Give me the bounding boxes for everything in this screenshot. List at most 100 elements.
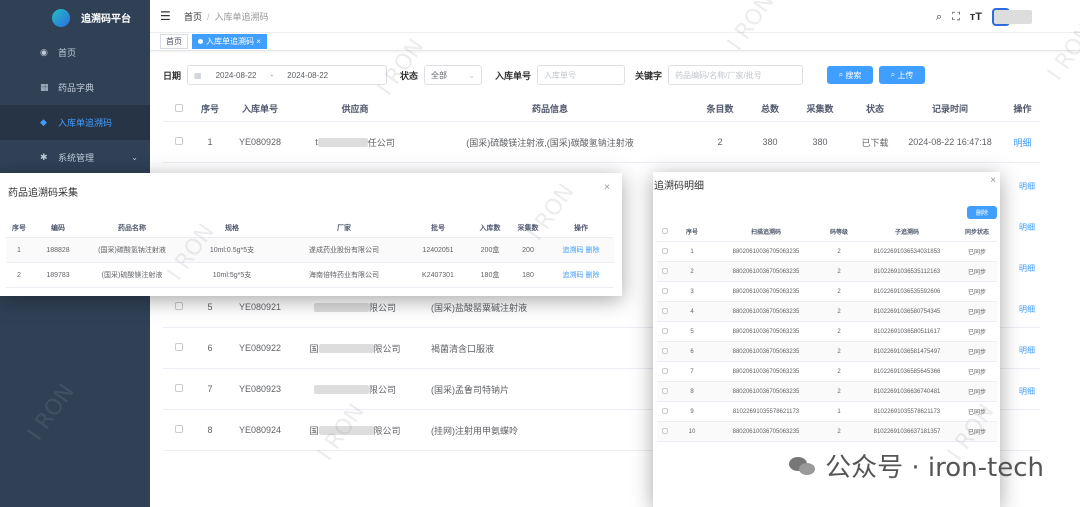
col-header: 序号 — [12, 224, 26, 232]
breadcrumb-home[interactable]: 首页 — [184, 12, 202, 22]
detail-link[interactable]: 明细 — [1019, 386, 1037, 427]
delete-button[interactable]: 删除 — [967, 206, 997, 219]
search-button[interactable]: ⌕ 搜索 — [827, 66, 874, 84]
code-level: 2 — [837, 248, 841, 255]
table-row: 1 88020610036705063235 2 810226910365340318… — [657, 242, 997, 262]
keyword-label: 关键字 — [635, 70, 663, 81]
sidebar-item-inbound-trace[interactable]: ◆ 入库单追溯码 — [0, 105, 150, 140]
close-icon[interactable]: × — [256, 37, 261, 46]
supplier-suffix: 限公司 — [373, 425, 401, 436]
trace-code-link[interactable]: 追溯码 — [563, 272, 584, 279]
row-checkbox[interactable] — [662, 427, 668, 434]
checkbox-cell — [657, 367, 673, 376]
search-icon: ⌕ — [838, 70, 846, 79]
checkbox-cell — [657, 287, 673, 296]
tab-inbound-trace[interactable]: 入库单追溯码 × — [192, 34, 267, 49]
search-icon[interactable]: ⌕ — [936, 11, 942, 24]
checkbox-cell — [657, 307, 673, 316]
row-checkbox[interactable] — [662, 347, 668, 354]
detail-link[interactable]: 明细 — [1005, 136, 1040, 149]
col-header: 序号 — [685, 230, 698, 236]
sidebar-item-drug-dictionary[interactable]: ▦ 药品字典 — [0, 70, 150, 105]
sidebar-item-home[interactable]: ◉ 首页 — [0, 35, 150, 70]
row-checkbox[interactable] — [662, 407, 668, 414]
manufacturer: 遂成药业股份有限公司 — [309, 247, 379, 254]
dialog-title: 药品追溯码采集 — [8, 188, 78, 199]
table-row: 4 88020610036705063235 2 810226910365807543… — [657, 302, 997, 322]
total: 380 — [762, 137, 778, 147]
supplier: 限公司 — [295, 383, 415, 396]
child-code: 81022691036581475497 — [873, 348, 941, 355]
scan-code: 81022691035578621173 — [732, 408, 800, 415]
sidebar-item-system[interactable]: ✱ 系统管理 ⌄ — [0, 140, 150, 175]
scan-code: 88020610036705063235 — [732, 328, 800, 335]
row-checkbox[interactable] — [662, 387, 668, 394]
tab-home[interactable]: 首页 — [160, 34, 188, 49]
table-row: 9 81022691035578621173 1 810226910355786211… — [657, 402, 997, 422]
date-range-picker[interactable]: ▦ 2024-08-22 - 2024-08-22 — [187, 65, 388, 85]
table-header: 序号 入库单号 供应商 药品信息 条目数 总数 采集数 状态 记录时间 操作 — [163, 96, 1040, 122]
select-all-checkbox[interactable] — [662, 227, 668, 234]
col-header: 扫描追溯码 — [750, 230, 781, 236]
code-level: 2 — [837, 348, 841, 355]
detail-link[interactable]: 明细 — [1019, 345, 1037, 386]
checkbox-cell — [657, 267, 673, 276]
detail-link[interactable]: 明细 — [1019, 222, 1037, 263]
row-no: 3 — [690, 288, 694, 295]
breadcrumb-current: 入库单追溯码 — [214, 11, 269, 22]
delete-link[interactable]: 删除 — [585, 272, 599, 279]
status-select[interactable]: 全部 ⌄ — [424, 65, 483, 85]
row-checkbox[interactable] — [662, 247, 668, 254]
fullscreen-icon[interactable]: ⛶ — [952, 11, 960, 24]
scan-code: 88020610036705063235 — [732, 288, 800, 295]
checkbox-cell — [657, 387, 673, 396]
detail-rows: 1 88020610036705063235 2 810226910365340318… — [657, 242, 997, 442]
col-header: 厂家 — [337, 224, 351, 232]
col-header: 入库数 — [479, 224, 501, 232]
row-checkbox[interactable] — [662, 267, 668, 274]
row-checkbox[interactable] — [175, 137, 183, 145]
sync-status: 已同步 — [967, 370, 986, 376]
detail-link[interactable]: 明细 — [1019, 181, 1037, 222]
row-checkbox[interactable] — [175, 302, 183, 310]
sync-status: 已同步 — [967, 390, 986, 396]
row-checkbox[interactable] — [662, 287, 668, 294]
row-checkbox[interactable] — [662, 367, 668, 374]
supplier-suffix: 限公司 — [373, 343, 401, 354]
scan-code: 88020610036705063235 — [732, 388, 800, 395]
row-checkbox[interactable] — [662, 327, 668, 334]
detail-link[interactable]: 明细 — [1019, 304, 1037, 345]
order-no: YE080923 — [238, 384, 282, 394]
trace-code-link[interactable]: 追溯码 — [563, 247, 584, 254]
drug-code: 189783 — [46, 271, 70, 279]
row-checkbox[interactable] — [175, 425, 183, 433]
select-all-checkbox[interactable] — [175, 103, 183, 112]
close-icon[interactable]: × — [990, 175, 996, 186]
filter-bar: 日期 ▦ 2024-08-22 - 2024-08-22 状态 全部 ⌄ 入库单… — [150, 62, 1080, 88]
order-input[interactable]: 入库单号 — [537, 65, 626, 85]
tab-label: 入库单追溯码 — [206, 37, 254, 46]
row-no: 2 — [17, 271, 21, 279]
child-code: 81022691036580754345 — [873, 308, 941, 315]
detail-link[interactable]: 明细 — [1019, 263, 1037, 304]
col-header: 编码 — [51, 224, 65, 232]
menu-toggle-icon[interactable]: ☰ — [160, 9, 172, 23]
status: 已下载 — [861, 137, 889, 148]
keyword-input[interactable]: 药品编码/名称/厂家/批号 — [668, 65, 804, 85]
child-code: 81022691036580511617 — [873, 328, 941, 335]
row-no: 7 — [207, 384, 213, 394]
close-icon[interactable]: × — [604, 182, 610, 193]
delete-link[interactable]: 删除 — [585, 247, 599, 254]
font-size-icon[interactable]: тТ — [970, 11, 982, 23]
sync-status: 已同步 — [967, 250, 986, 256]
row-checkbox[interactable] — [175, 384, 183, 392]
in-qty: 200盒 — [480, 247, 500, 254]
row-checkbox[interactable] — [662, 307, 668, 314]
upload-button[interactable]: ⌕ 上传 — [879, 66, 926, 84]
col-header: 供应商 — [341, 104, 369, 114]
sidebar-item-label: 系统管理 — [58, 153, 95, 163]
row-checkbox[interactable] — [175, 343, 183, 351]
table-row: 1 YE080928 t 任公司 (国采)硫酸镁注射液,(国采)碳酸氢钠注射液 2… — [163, 122, 1040, 163]
sync-status: 已同步 — [967, 290, 986, 296]
code-level: 2 — [837, 288, 841, 295]
